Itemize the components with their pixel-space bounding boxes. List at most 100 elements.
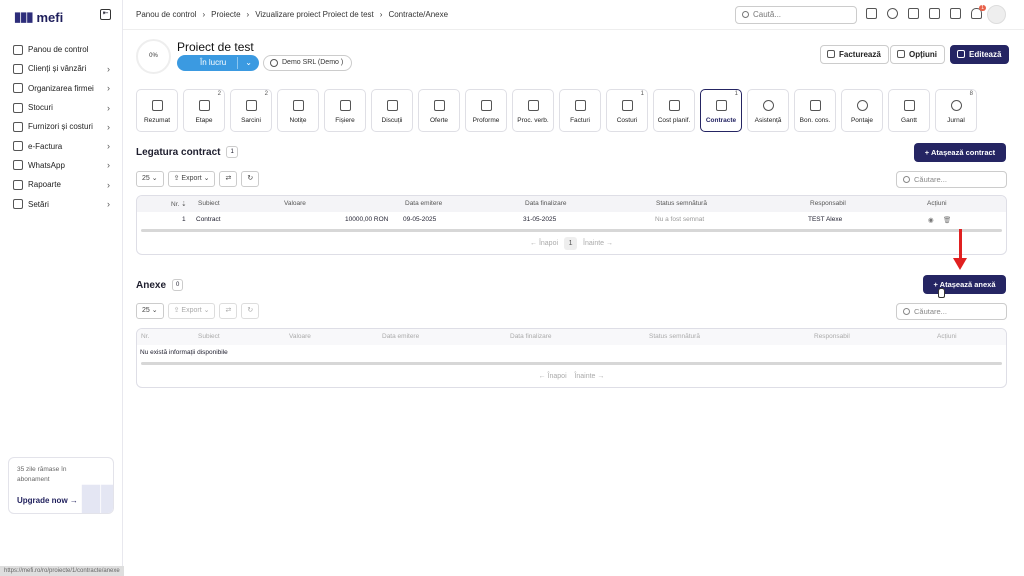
chat-icon[interactable] (950, 8, 961, 19)
table-row[interactable]: 1 Contract 10000,00 RON 09-05-2025 31-05… (137, 212, 1006, 228)
tab-label: Costuri (616, 117, 638, 124)
next-page-button[interactable]: Înainte → (574, 373, 604, 380)
eye-icon[interactable]: ◉ (928, 216, 934, 224)
client-label: Demo SRL (Demo ) (282, 59, 344, 66)
tab-fisiere[interactable]: Fișiere (324, 89, 366, 132)
tasks-icon[interactable] (929, 8, 940, 19)
trash-icon[interactable]: 🗑 (943, 216, 951, 224)
invoice-button[interactable]: Facturează (820, 45, 889, 64)
breadcrumb-current: Contracte/Anexe (388, 10, 449, 19)
column-header[interactable]: Nr. ⇣ (171, 200, 187, 208)
add-icon[interactable] (866, 8, 877, 19)
sidebar-item-dashboard[interactable]: Panou de control (8, 40, 116, 59)
refresh-button[interactable]: ↻ (241, 303, 260, 319)
page-size-select[interactable]: 25 ⌄ (136, 171, 164, 187)
sidebar-item-organization[interactable]: Organizarea firmei › (8, 79, 116, 98)
attach-annex-button[interactable]: + Atașează anexă (923, 275, 1006, 294)
tab-discutii[interactable]: Discuții (371, 89, 413, 132)
user-icon (270, 59, 278, 67)
avatar[interactable] (987, 5, 1006, 24)
logo-text: mefi (36, 9, 64, 25)
column-header[interactable]: Nr. (141, 333, 149, 340)
tab-costuri[interactable]: 1 Costuri (606, 89, 648, 132)
column-header[interactable]: Valoare (289, 333, 311, 340)
upgrade-card: ▮▮ 35 zile rămase în abonament Upgrade n… (8, 457, 114, 514)
sidebar-item-reports[interactable]: Rapoarte › (8, 175, 116, 194)
prev-page-button[interactable]: ← Înapoi (530, 240, 558, 247)
column-header[interactable]: Status semnătură (649, 333, 700, 340)
export-button[interactable]: ⇪ Export ⌄ (167, 303, 216, 319)
sidebar-item-suppliers[interactable]: Furnizori și costuri › (8, 117, 116, 136)
page-number[interactable]: 1 (564, 237, 578, 250)
annexes-section-title: Anexe 0 (136, 279, 184, 291)
prev-page-button[interactable]: ← Înapoi (539, 373, 567, 380)
edit-button[interactable]: Editează (950, 45, 1010, 64)
tab-facturi[interactable]: Facturi (559, 89, 601, 132)
edit-label: Editează (969, 50, 1002, 59)
sidebar-item-whatsapp[interactable]: WhatsApp › (8, 156, 116, 175)
toggle-columns-button[interactable]: ⇄ (219, 171, 238, 187)
tab-asistenta[interactable]: Asistență (747, 89, 789, 132)
tab-oferte[interactable]: Oferte (418, 89, 460, 132)
column-header[interactable]: Responsabil (810, 200, 846, 207)
breadcrumb-dashboard[interactable]: Panou de control (136, 10, 197, 19)
tab-contracte[interactable]: 1 Contracte (700, 89, 742, 132)
logo[interactable]: ▮▮▮ mefi (14, 9, 63, 25)
tab-notite[interactable]: Notițe (277, 89, 319, 132)
toggle-columns-button[interactable]: ⇄ (219, 303, 238, 319)
column-header[interactable]: Subiect (198, 200, 220, 207)
sidebar-item-stock[interactable]: Stocuri › (8, 98, 116, 117)
sidebar-item-label: Clienți și vânzări (28, 64, 87, 74)
page-size-select[interactable]: 25 ⌄ (136, 303, 164, 319)
table-header: Nr. ⇣ Subiect Valoare Data emitere Data … (137, 196, 1006, 212)
breadcrumb-projects[interactable]: Proiecte (211, 10, 240, 19)
column-header[interactable]: Data finalizare (510, 333, 552, 340)
options-button[interactable]: Opțiuni (890, 45, 945, 64)
column-header: Acțiuni (927, 200, 947, 207)
horizontal-scrollbar[interactable] (141, 362, 1002, 365)
export-button[interactable]: ⇪ Export ⌄ (167, 171, 216, 187)
tab-pontaje[interactable]: Pontaje (841, 89, 883, 132)
breadcrumb-project[interactable]: Vizualizare proiect Proiect de test (255, 10, 374, 19)
tab-jurnal[interactable]: 8 Jurnal (935, 89, 977, 132)
sidebar-item-settings[interactable]: Setări › (8, 194, 116, 213)
column-header[interactable]: Subiect (198, 333, 220, 340)
horizontal-scrollbar[interactable] (141, 229, 1002, 232)
upgrade-now-link[interactable]: Upgrade now → (17, 496, 78, 505)
tab-cost-planif[interactable]: Cost planif. (653, 89, 695, 132)
column-header[interactable]: Valoare (284, 200, 306, 207)
sidebar-item-label: Organizarea firmei (28, 83, 94, 93)
tab-etape[interactable]: 2 Etape (183, 89, 225, 132)
status-dropdown[interactable]: În lucru ⌄ (177, 55, 259, 71)
tab-proforme[interactable]: Proforme (465, 89, 507, 132)
column-header[interactable]: Data emitere (405, 200, 442, 207)
collapse-sidebar-icon[interactable]: ⇤ (100, 9, 111, 20)
invoice-icon (827, 50, 835, 58)
timer-icon[interactable] (887, 8, 898, 19)
global-search-input[interactable]: Caută... (735, 6, 857, 24)
logo-mark-icon: ▮▮▮ (14, 9, 33, 24)
client-badge[interactable]: Demo SRL (Demo ) (263, 55, 353, 71)
refresh-button[interactable]: ↻ (241, 171, 260, 187)
contracts-search-input[interactable]: Căutare... (896, 171, 1007, 188)
sidebar-item-clients[interactable]: Clienți și vânzări › (8, 59, 116, 78)
column-header[interactable]: Data finalizare (525, 200, 567, 207)
attach-contract-button[interactable]: + Atașează contract (914, 143, 1006, 162)
tab-sarcini[interactable]: 2 Sarcini (230, 89, 272, 132)
column-header[interactable]: Responsabil (814, 333, 850, 340)
annexes-search-input[interactable]: Căutare... (896, 303, 1007, 320)
sidebar-item-efactura[interactable]: e-Factura › (8, 136, 116, 155)
tab-label: Asistență (754, 117, 782, 124)
section-title-text: Legatura contract (136, 146, 221, 158)
column-header[interactable]: Status semnătură (656, 200, 707, 207)
tab-label: Contracte (705, 117, 737, 124)
tab-rezumat[interactable]: Rezumat (136, 89, 178, 132)
tab-label: Fișiere (335, 117, 355, 124)
next-page-button[interactable]: Înainte → (583, 240, 613, 247)
column-header[interactable]: Data emitere (382, 333, 419, 340)
tab-gantt[interactable]: Gantt (888, 89, 930, 132)
tab-proc-verb[interactable]: Proc. verb. (512, 89, 554, 132)
tab-bon-cons[interactable]: Bon. cons. (794, 89, 836, 132)
calendar-icon[interactable] (908, 8, 919, 19)
bell-icon[interactable]: 1 (971, 5, 986, 19)
